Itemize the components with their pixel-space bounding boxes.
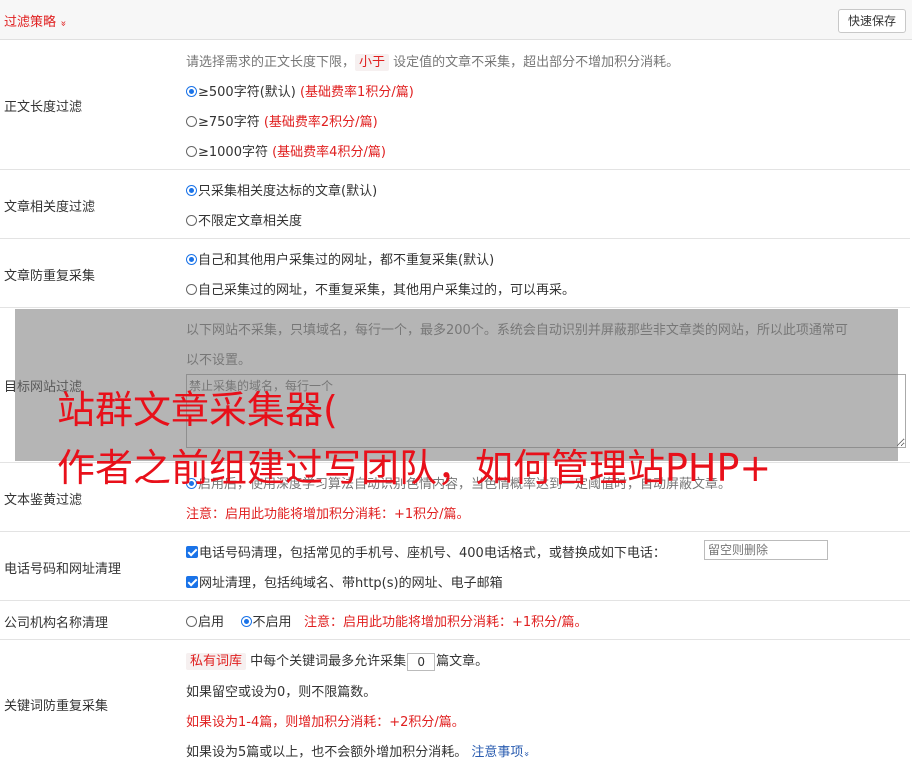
option-1000-label: ≥1000字符 [198, 145, 273, 160]
watermark-line1: 站群文章采集器( [57, 388, 338, 432]
radio-company-enable-icon[interactable] [186, 616, 197, 627]
company-clean-label: 公司机构名称清理 [4, 616, 109, 631]
site-filter-desc-line1: 以下网站不采集，只填域名，每行一个，最多200个。系统会自动识别并屏蔽那些非文章… [186, 323, 848, 338]
dedup-row: 文章防重复采集 自己和其他用户采集过的网址，都不重复采集(默认) 自己采集过的网… [0, 239, 910, 308]
url-clean-checkbox[interactable] [186, 576, 198, 588]
relevance-option-required[interactable]: 只采集相关度达标的文章(默认) [186, 180, 377, 199]
relevance-unlimited-label: 不限定文章相关度 [198, 214, 303, 229]
radio-1000-icon[interactable] [186, 146, 197, 157]
filter-strategy-title[interactable]: 过滤策略» [4, 11, 69, 30]
company-clean-note: 注意：启用此功能将增加积分消耗：+1积分/篇。 [303, 615, 588, 630]
keyword-dedup-line2: 如果留空或设为0，则不限篇数。 [186, 685, 377, 700]
radio-company-disable-icon[interactable] [240, 616, 252, 627]
length-option-1000[interactable]: ≥1000字符 (基础费率4积分/篇) [186, 141, 386, 160]
filter-strategy-header: 过滤策略» 快速保存 [0, 0, 912, 40]
radio-relevance-unlimited-icon[interactable] [186, 215, 197, 226]
relevance-filter-label: 文章相关度过滤 [4, 200, 96, 215]
length-option-750[interactable]: ≥750字符 (基础费率2积分/篇) [186, 111, 378, 130]
keyword-dedup-line1-post: 篇文章。 [436, 654, 489, 669]
option-750-note: (基础费率2积分/篇) [263, 115, 378, 130]
company-clean-options: 启用 不启用 注意：启用此功能将增加积分消耗：+1积分/篇。 [186, 611, 588, 630]
dedup-option-self[interactable]: 自己采集过的网址，不重复采集，其他用户采集过的，可以再采。 [186, 279, 575, 298]
less-than-tag: 小于 [355, 54, 390, 71]
length-option-500[interactable]: ≥500字符(默认) (基础费率1积分/篇) [186, 81, 414, 100]
dedup-all-label: 自己和其他用户采集过的网址，都不重复采集(默认) [198, 253, 495, 268]
option-500-note: (基础费率1积分/篇) [299, 85, 414, 100]
phone-clean-option[interactable]: 电话号码清理，包括常见的手机号、座机号、400电话格式，或替换成如下电话： [186, 542, 666, 561]
dedup-label: 文章防重复采集 [4, 269, 96, 284]
phone-clean-text: 电话号码清理，包括常见的手机号、座机号、400电话格式，或替换成如下电话： [199, 546, 666, 561]
phone-clean-label: 电话号码和网址清理 [4, 562, 122, 577]
radio-dedup-all-icon[interactable] [186, 254, 197, 265]
url-clean-option[interactable]: 网址清理，包括纯域名、带http(s)的网址、电子邮箱 [186, 572, 503, 591]
max-articles-per-keyword-input[interactable]: 0 [407, 652, 436, 671]
option-750-label: ≥750字符 [198, 115, 264, 130]
dedup-option-all[interactable]: 自己和其他用户采集过的网址，都不重复采集(默认) [186, 249, 494, 268]
company-clean-row: 公司机构名称清理 启用 不启用 注意：启用此功能将增加积分消耗：+1积分/篇。 [0, 601, 910, 640]
phone-clean-row: 电话号码和网址清理 电话号码清理，包括常见的手机号、座机号、400电话格式，或替… [0, 532, 910, 601]
company-disable-option[interactable]: 不启用 [240, 615, 292, 630]
watermark-line2: 作者之前组建过写团队，如何管理站PHP+ [57, 446, 772, 490]
radio-500-icon[interactable] [186, 86, 197, 97]
radio-750-icon[interactable] [186, 116, 197, 127]
relevance-option-unlimited[interactable]: 不限定文章相关度 [186, 210, 302, 229]
company-enable-label: 启用 [198, 615, 225, 630]
relevance-filter-row: 文章相关度过滤 只采集相关度达标的文章(默认) 不限定文章相关度 [0, 170, 910, 239]
quick-save-button[interactable]: 快速保存 [837, 9, 906, 33]
keyword-dedup-line4-text: 如果设为5篇或以上，也不会额外增加积分消耗。 [186, 745, 472, 760]
notice-link-text: 注意事项 [471, 745, 524, 760]
keyword-dedup-row: 关键词防重复采集 私有词库 中每个关键词最多允许采集 0 篇文章。 如果留空或设为0… [0, 640, 910, 768]
keyword-dedup-line4: 如果设为5篇或以上，也不会额外增加积分消耗。 注意事项» [186, 741, 532, 760]
company-enable-option[interactable]: 启用 [186, 615, 224, 630]
keyword-dedup-line1-pre: 中每个关键词最多允许采集 [246, 654, 407, 669]
keyword-dedup-line1: 私有词库 中每个关键词最多允许采集 0 篇文章。 [186, 650, 488, 671]
chevron-down-icon: » [57, 20, 69, 27]
notice-link[interactable]: 注意事项» [471, 745, 532, 760]
site-filter-desc-line2: 以不设置。 [186, 353, 252, 368]
radio-dedup-self-icon[interactable] [186, 284, 197, 295]
private-lexicon-tag[interactable]: 私有词库 [186, 653, 247, 670]
url-clean-text: 网址清理，包括纯域名、带http(s)的网址、电子邮箱 [199, 576, 503, 591]
length-filter-row: 正文长度过滤 请选择需求的正文长度下限， 小于 设定值的文章不采集，超出部分不增加… [0, 40, 910, 170]
porn-filter-note: 注意：启用此功能将增加积分消耗：+1积分/篇。 [186, 507, 470, 522]
replacement-phone-input[interactable] [704, 540, 828, 560]
relevance-required-label: 只采集相关度达标的文章(默认) [198, 184, 378, 199]
option-500-label: ≥500字符(默认) [198, 85, 300, 100]
length-filter-desc-pre: 请选择需求的正文长度下限， [186, 55, 356, 70]
header-title-text: 过滤策略 [4, 15, 57, 30]
keyword-dedup-label: 关键词防重复采集 [4, 699, 109, 714]
radio-relevance-required-icon[interactable] [186, 185, 197, 196]
dedup-self-label: 自己采集过的网址，不重复采集，其他用户采集过的，可以再采。 [198, 283, 576, 298]
length-filter-label: 正文长度过滤 [4, 100, 83, 115]
chevron-down-icon: » [521, 751, 532, 757]
keyword-dedup-line3: 如果设为1-4篇，则增加积分消耗：+2积分/篇。 [186, 715, 465, 730]
company-disable-label: 不启用 [252, 615, 292, 630]
phone-clean-checkbox[interactable] [186, 546, 198, 558]
length-filter-desc-post: 设定值的文章不采集，超出部分不增加积分消耗。 [389, 55, 680, 70]
option-1000-note: (基础费率4积分/篇) [272, 145, 386, 160]
length-filter-desc: 请选择需求的正文长度下限， 小于 设定值的文章不采集，超出部分不增加积分消耗。 [186, 51, 680, 71]
